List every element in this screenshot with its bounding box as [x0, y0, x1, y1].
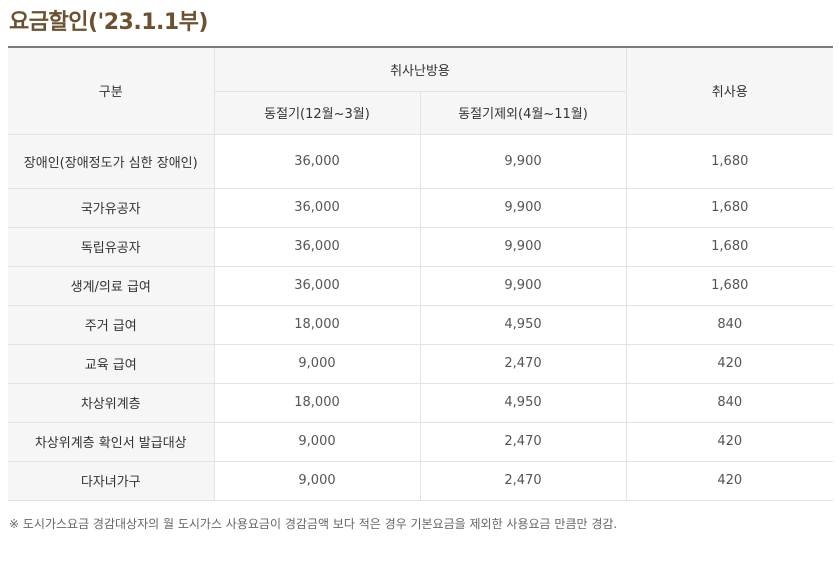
winter-value: 36,000 [213, 133, 421, 189]
cooking-value: 420 [625, 421, 833, 462]
winter-value: 36,000 [213, 226, 421, 267]
discount-rate-table: 구분 취사난방용 취사용 동절기(12월~3월) 동절기제외(4월~11월) 장… [8, 46, 833, 501]
header-heating-group: 취사난방용 [213, 47, 627, 92]
winter-value: 18,000 [213, 382, 421, 423]
non-winter-value: 2,470 [419, 460, 627, 501]
non-winter-value: 9,900 [419, 265, 627, 306]
table-row: 국가유공자 36,000 9,900 1,680 [8, 187, 833, 228]
row-label: 생계/의료 급여 [8, 265, 215, 306]
table-row: 다자녀가구 9,000 2,470 420 [8, 460, 833, 501]
winter-value: 36,000 [213, 265, 421, 306]
header-winter: 동절기(12월~3월) [214, 90, 421, 135]
row-label: 국가유공자 [8, 187, 215, 228]
table-row: 독립유공자 36,000 9,900 1,680 [8, 226, 833, 267]
winter-value: 18,000 [213, 304, 421, 345]
table-row: 생계/의료 급여 36,000 9,900 1,680 [8, 265, 833, 306]
cooking-value: 420 [625, 460, 833, 501]
page-title: 요금할인('23.1.1부) [9, 10, 209, 35]
non-winter-value: 2,470 [419, 421, 627, 462]
winter-value: 9,000 [213, 343, 421, 384]
winter-value: 9,000 [213, 460, 421, 501]
non-winter-value: 2,470 [419, 343, 627, 384]
header-non-winter: 동절기제외(4월~11월) [419, 90, 626, 135]
row-label: 독립유공자 [8, 226, 215, 267]
cooking-value: 420 [625, 343, 833, 384]
row-label: 차상위계층 [8, 382, 215, 423]
table-row: 주거 급여 18,000 4,950 840 [8, 304, 833, 345]
table-row: 교육 급여 9,000 2,470 420 [8, 343, 833, 384]
table-row: 차상위계층 18,000 4,950 840 [8, 382, 833, 423]
non-winter-value: 9,900 [419, 187, 627, 228]
winter-value: 9,000 [213, 421, 421, 462]
footnote: ※ 도시가스요금 경감대상자의 월 도시가스 사용요금이 경감금액 보다 적은 … [9, 517, 618, 531]
non-winter-value: 9,900 [419, 226, 627, 267]
cooking-value: 1,680 [625, 133, 833, 189]
header-category: 구분 [8, 47, 215, 135]
row-label: 교육 급여 [8, 343, 215, 384]
cooking-value: 1,680 [625, 226, 833, 267]
non-winter-value: 4,950 [419, 382, 627, 423]
table-row: 차상위계층 확인서 발급대상 9,000 2,470 420 [8, 421, 833, 462]
row-label: 장애인(장애정도가 심한 장애인) [8, 133, 215, 189]
non-winter-value: 4,950 [419, 304, 627, 345]
header-cooking: 취사용 [625, 47, 833, 135]
table-row: 장애인(장애정도가 심한 장애인) 36,000 9,900 1,680 [8, 133, 833, 189]
row-label: 주거 급여 [8, 304, 215, 345]
non-winter-value: 9,900 [419, 133, 627, 189]
cooking-value: 1,680 [625, 187, 833, 228]
winter-value: 36,000 [213, 187, 421, 228]
cooking-value: 840 [625, 382, 833, 423]
cooking-value: 1,680 [625, 265, 833, 306]
row-label: 다자녀가구 [8, 460, 215, 501]
row-label: 차상위계층 확인서 발급대상 [8, 421, 215, 462]
cooking-value: 840 [625, 304, 833, 345]
